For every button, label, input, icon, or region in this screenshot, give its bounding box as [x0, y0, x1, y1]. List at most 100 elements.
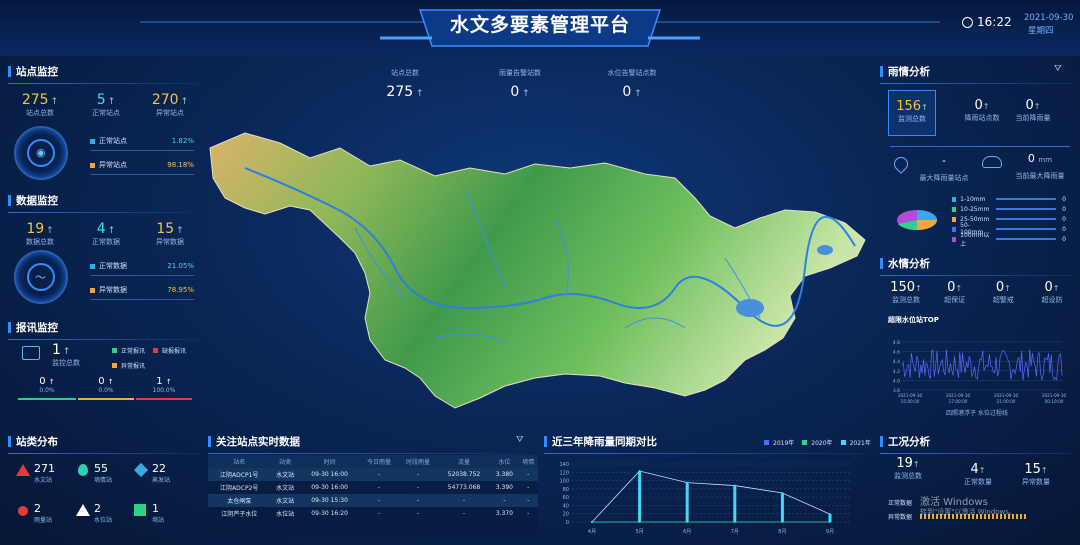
x-tick-label: 21:00:00 — [997, 399, 1016, 404]
water-stats: 150↑ 监测总数 0↑ 超保证 0↑ 超警戒 0↑ 超设防 — [886, 280, 1072, 305]
pct-bar — [90, 275, 194, 276]
section-title: 水情分析 — [880, 256, 1072, 271]
pct-bar — [90, 174, 194, 175]
data-abnormal-label: 异常数据 — [156, 238, 184, 246]
arrow-up-icon: ↑ — [107, 97, 116, 107]
table-row[interactable]: 江阴ADCP2号 水文站 09-30 16:00 - - 54773.068 3.390 - — [208, 481, 538, 494]
arrow-up-icon: ↑ — [413, 89, 424, 99]
range-row: 100mm以上 0 — [952, 232, 1066, 248]
water-stat-value: 0 — [1044, 280, 1053, 295]
legend-dot — [952, 206, 957, 212]
legend-dot — [153, 348, 159, 353]
legend-item[interactable]: 2020年 — [802, 438, 833, 447]
x-tick-label: 8月 — [778, 529, 786, 535]
rain-monitor-box: 156↑ 监测总数 — [888, 90, 936, 136]
work-row-label: 异常数据 — [888, 514, 913, 521]
y-tick-label: 60 — [563, 495, 569, 501]
data-normal-value: 4 — [96, 221, 106, 237]
range-value: 0 — [1062, 215, 1066, 223]
pct-bar — [90, 299, 194, 300]
arrow-up-icon: ↑ — [176, 226, 184, 236]
arrow-up-icon: ↑ — [165, 378, 172, 386]
type-label: 水位站 — [94, 517, 113, 524]
range-bar — [996, 198, 1057, 200]
section-title: 报讯监控 — [8, 320, 200, 335]
alert-total-label: 监控总数 — [52, 359, 80, 367]
section-title: 数据监控 — [8, 193, 200, 208]
type-label: 雨量站 — [34, 517, 53, 524]
data-normal-label: 正常数据 — [92, 238, 120, 246]
water-stat-label: 监测总数 — [892, 296, 920, 304]
station-normal-pct: 正常站点 1.82% — [90, 136, 194, 151]
top-stat-label: 雨量告警站数 — [499, 69, 541, 77]
range-value: 0 — [1062, 225, 1066, 233]
table-cell: 水位站 — [276, 511, 295, 518]
trend-icon: 〜 — [35, 271, 46, 284]
date-text: 2021-09-30 — [1024, 13, 1074, 23]
legend-label: 2020年 — [811, 440, 833, 447]
arrow-up-icon: ↑ — [631, 89, 642, 99]
station-total: 275 ↑ 站点总数 — [20, 92, 60, 118]
top-stat-label: 站点总数 — [391, 69, 419, 77]
station-normal: 5 ↑ 正常站点 — [86, 92, 126, 118]
y-tick-label: 40 — [563, 503, 569, 509]
x-tick-label: 5月 — [636, 529, 644, 535]
alert-bar — [78, 398, 134, 400]
pct-bar — [90, 150, 194, 151]
legend-dot — [90, 138, 95, 144]
table-row[interactable]: 太仓闸泵 水文站 09-30 15:30- - - - - — [208, 494, 538, 507]
realtime-panel: 关注站点实时数据 — [208, 434, 530, 454]
data-abnormal: 15 ↑ 异常数据 — [148, 221, 192, 247]
work-total: 19↑ 监测总数 — [886, 456, 930, 481]
clock-time: 16:22 — [977, 15, 1012, 29]
table-cell: 江阴芦子水位 — [221, 511, 258, 518]
x-tick-label: 2021-09-30 — [946, 393, 971, 398]
legend-item[interactable]: 2021年 — [840, 438, 871, 447]
top-stat-value: 0 — [510, 84, 520, 100]
table-cell: 09-30 15:30 — [299, 494, 360, 507]
max-station-label: 最大降雨量站点 — [919, 174, 969, 182]
divider — [8, 212, 200, 213]
pct-value: 98.18% — [167, 161, 194, 169]
column-header: 时段雨量 — [406, 459, 431, 466]
pct-label: 正常数据 — [99, 262, 127, 270]
rain-pie-chart[interactable] — [894, 200, 940, 236]
station-normal-label: 正常站点 — [92, 109, 120, 117]
alert-stat-value: 1 — [156, 376, 163, 387]
table-row[interactable]: 江阴ADCP1号 水文站 09-30 16:00- -52038.752 3.380- — [208, 468, 538, 481]
x-tick-label: 2021-09-30 — [994, 393, 1019, 398]
alert-bar — [136, 398, 192, 400]
alert-total: 1 ↑ 监控总数 — [52, 342, 80, 368]
activation-watermark: 激活 Windows — [920, 497, 988, 508]
station-abnormal: 270 ↑ 异常站点 — [148, 92, 192, 118]
filter-icon[interactable]: ⛛ — [1054, 64, 1062, 74]
table-row[interactable]: 江阴芦子水位 水位站 09-30 16:20 - - - 3.370 - — [208, 507, 538, 520]
table-cell: - — [359, 494, 399, 507]
legend-item[interactable]: 2019年 — [764, 438, 794, 447]
work-row-label: 正常数据 — [888, 500, 913, 507]
legend-dot — [952, 216, 957, 222]
divider — [880, 83, 1072, 84]
arrow-up-icon: ↑ — [955, 284, 963, 293]
diamond-icon — [133, 462, 149, 478]
filter-icon[interactable]: ⛛ — [516, 435, 524, 445]
legend-dot — [112, 363, 117, 368]
column-header: 墒情 — [522, 459, 535, 466]
legend-label: 缺报报讯 — [162, 348, 187, 355]
divider — [208, 453, 530, 454]
divider — [544, 453, 866, 454]
water-level-chart[interactable]: 3.84.04.24.44.64.82021-09-3015:00:002021… — [880, 338, 1070, 406]
water-stat-value: 150 — [890, 280, 916, 295]
rain-compare-chart[interactable]: 0 20 40 60 80 100 120 140 4月 5月 6月 7月 8月 9月 — [548, 458, 858, 536]
date-block: 2021-09-30 星期四 — [1024, 12, 1073, 38]
type-item: 1 墒站 — [152, 502, 164, 524]
x-tick-label: 2021-09-30 — [1042, 393, 1067, 398]
station-abnormal-value: 270 — [151, 92, 179, 108]
rain-total-value: 156 — [896, 99, 922, 114]
legend-label: 2021年 — [849, 440, 871, 447]
type-item: 2 水位站 — [94, 502, 112, 524]
water-stat: 150↑ 监测总数 — [886, 280, 926, 305]
arrow-up-icon: ↑ — [912, 460, 920, 469]
y-tick-label: 20 — [563, 512, 569, 518]
basin-map[interactable] — [205, 128, 870, 413]
